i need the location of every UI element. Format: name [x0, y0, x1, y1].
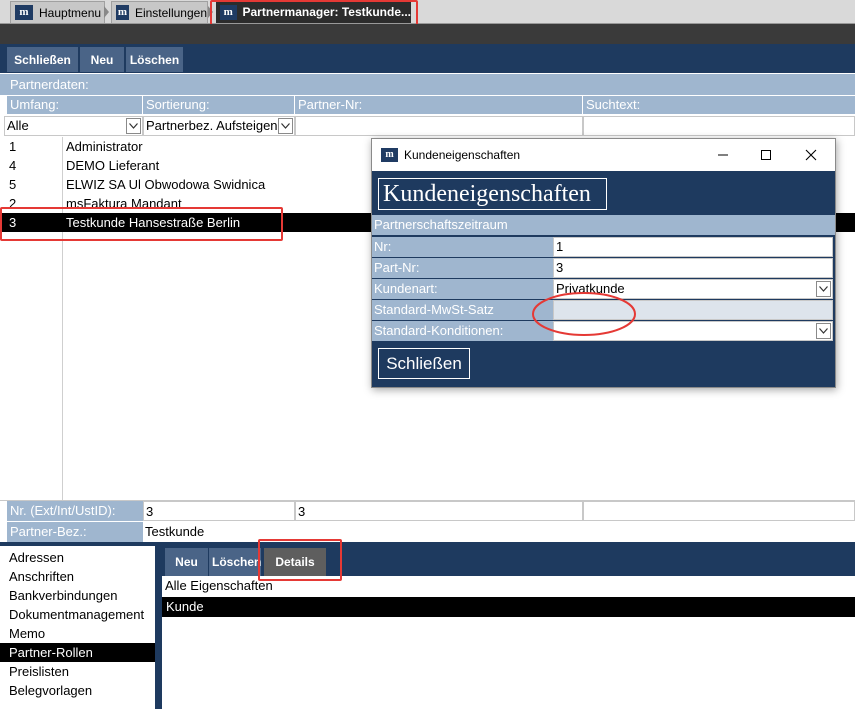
- partner-no-label: Partner-Nr:: [295, 96, 583, 114]
- chevron-down-icon[interactable]: [126, 118, 141, 134]
- tab-separator-icon: [208, 6, 213, 18]
- nav-item-dokumentmanagement[interactable]: Dokumentmanagement: [0, 605, 155, 624]
- bez-value[interactable]: Testkunde: [143, 522, 855, 542]
- partner-id: 2: [9, 196, 17, 211]
- nav-item-belegvorlagen[interactable]: Belegvorlagen: [0, 681, 155, 700]
- close-icon[interactable]: [790, 139, 832, 171]
- tab-einstellungen[interactable]: m Einstellungen: [111, 1, 208, 23]
- chevron-down-icon[interactable]: [278, 118, 293, 134]
- section-title: Partnerdaten:: [0, 74, 855, 95]
- nr-ext-field[interactable]: 3: [143, 501, 295, 521]
- nr-field[interactable]: 1: [553, 237, 833, 257]
- roles-header: Alle Eigenschaften: [165, 578, 273, 593]
- search-input[interactable]: [583, 116, 855, 136]
- nav-item-partner-rollen[interactable]: Partner-Rollen: [0, 643, 155, 662]
- search-label: Suchtext:: [583, 96, 855, 114]
- partner-id: 4: [9, 158, 17, 173]
- nav-item-adressen[interactable]: Adressen: [0, 548, 155, 567]
- tab-label: Einstellungen: [134, 5, 207, 20]
- roles-delete-button[interactable]: Löschen: [209, 548, 261, 576]
- partner-name: Testkunde Hansestraße Berlin: [66, 215, 241, 230]
- delete-button[interactable]: Löschen: [126, 47, 184, 72]
- ustid-field[interactable]: [583, 501, 855, 521]
- tab-separator-icon: [104, 6, 109, 18]
- partner-no-input[interactable]: [295, 116, 583, 136]
- field-label: Standard-Konditionen:: [372, 321, 553, 341]
- app-logo-icon: m: [116, 5, 129, 20]
- close-button[interactable]: Schließen: [7, 47, 79, 72]
- app-logo-icon: m: [15, 5, 33, 20]
- tab-content-band: [0, 24, 855, 44]
- dialog-window-title: Kundeneigenschaften: [404, 148, 521, 162]
- sort-label: Sortierung:: [143, 96, 295, 114]
- bez-label: Partner-Bez.:: [7, 522, 143, 542]
- nav-item-memo[interactable]: Memo: [0, 624, 155, 643]
- partner-name: msFaktura Mandant: [66, 196, 182, 211]
- scope-select[interactable]: Alle: [4, 116, 143, 136]
- minimize-icon[interactable]: [702, 139, 744, 171]
- nav-item-anschriften[interactable]: Anschriften: [0, 567, 155, 586]
- partner-name: DEMO Lieferant: [66, 158, 160, 173]
- partner-id: 1: [9, 139, 17, 154]
- panel-splitter[interactable]: [155, 546, 162, 709]
- nav-item-preislisten[interactable]: Preislisten: [0, 662, 155, 681]
- tab-partnermanager[interactable]: m Partnermanager: Testkunde...: [216, 1, 411, 23]
- role-item-selected[interactable]: Kunde: [162, 597, 855, 617]
- nav-item-bankverbindungen[interactable]: Bankverbindungen: [0, 586, 155, 605]
- tab-label: Partnermanager: Testkunde...: [242, 5, 412, 19]
- tab-label: Hauptmenu: [39, 5, 102, 20]
- scope-label: Umfang:: [7, 96, 143, 114]
- partner-id: 3: [9, 215, 17, 230]
- sort-value: Partnerbez. Aufsteigend: [146, 118, 285, 133]
- partner-id: 5: [9, 177, 17, 192]
- app-logo-icon: m: [381, 148, 398, 162]
- part-nr-field[interactable]: 3: [553, 258, 833, 278]
- tab-hauptmenu[interactable]: m Hauptmenu: [10, 1, 105, 23]
- chevron-down-icon[interactable]: [816, 323, 831, 339]
- app-logo-icon: m: [220, 4, 237, 20]
- chevron-down-icon[interactable]: [816, 281, 831, 297]
- sort-select[interactable]: Partnerbez. Aufsteigend: [143, 116, 295, 136]
- field-label: Standard-MwSt-Satz: [372, 300, 553, 320]
- roles-new-button[interactable]: Neu: [165, 548, 208, 576]
- partner-name: Administrator: [66, 139, 143, 154]
- nr-int-field[interactable]: 3: [295, 501, 583, 521]
- dialog-heading: Kundeneigenschaften: [378, 178, 607, 210]
- field-label: Part-Nr:: [372, 258, 553, 278]
- field-label: Kundenart:: [372, 279, 553, 299]
- maximize-icon[interactable]: [745, 139, 787, 171]
- scope-value: Alle: [7, 118, 29, 133]
- partner-name: ELWIZ SA Ul Obwodowa Swidnica: [66, 177, 266, 192]
- roles-details-button[interactable]: Details: [264, 548, 326, 576]
- dialog-close-button[interactable]: Schließen: [378, 348, 470, 379]
- dialog-section-title: Partnerschaftszeitraum: [372, 215, 835, 235]
- highlight-ellipse: [532, 292, 636, 336]
- new-button[interactable]: Neu: [80, 47, 125, 72]
- field-label: Nr:: [372, 237, 553, 257]
- nr-label: Nr. (Ext/Int/UstID):: [7, 501, 143, 521]
